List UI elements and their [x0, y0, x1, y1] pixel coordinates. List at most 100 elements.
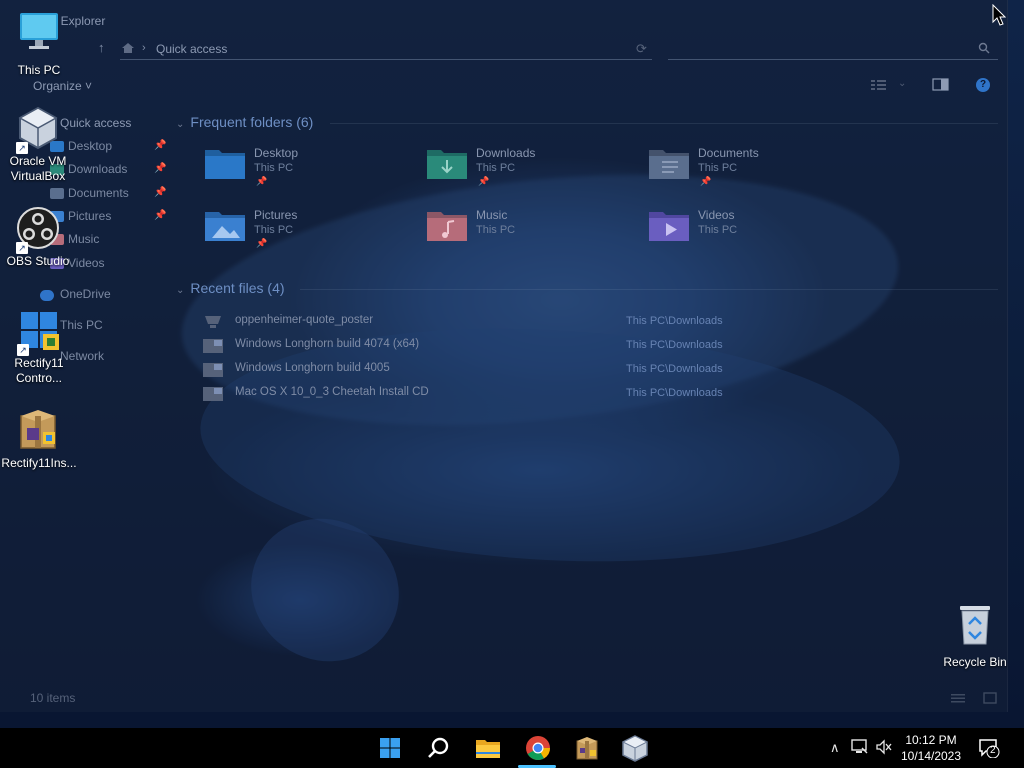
nav-item-onedrive[interactable]: OneDrive	[60, 287, 111, 301]
shortcut-arrow-icon: ↗	[16, 242, 28, 254]
home-icon[interactable]	[121, 42, 135, 54]
recent-file-row[interactable]: Windows Longhorn build 4005 This PC\Down…	[202, 360, 742, 380]
downloads-folder-icon	[427, 150, 467, 179]
file-name: oppenheimer-quote_poster	[235, 314, 374, 326]
desktop-folder-icon	[205, 150, 245, 179]
file-explorer-icon[interactable]	[473, 734, 503, 762]
refresh-icon[interactable]: ⟳	[636, 41, 647, 57]
desktop-icon-rectify11-installer[interactable]: Rectify11Ins...	[1, 408, 77, 471]
recycle-bin-icon	[960, 606, 990, 645]
desktop-icon-this-pc[interactable]: This PC	[1, 10, 77, 78]
section-divider	[300, 289, 998, 290]
clock-date: 10/14/2023	[900, 749, 962, 763]
folder-location: This PC	[698, 224, 738, 236]
nav-item-documents[interactable]: Documents	[68, 186, 129, 200]
desktop-icon-obs-studio[interactable]: ↗ OBS Studio	[0, 206, 76, 269]
pin-icon: 📌	[154, 163, 167, 174]
package-icon[interactable]	[572, 734, 602, 762]
status-item-count: 10 items	[30, 691, 76, 705]
file-name: Windows Longhorn build 4074 (x64)	[235, 338, 420, 350]
folder-tile-pictures[interactable]: Pictures This PC 📌	[204, 208, 414, 260]
file-location: This PC\Downloads	[626, 387, 723, 399]
shortcut-arrow-icon: ↗	[16, 142, 28, 154]
computer-icon	[20, 13, 58, 49]
section-divider	[330, 123, 998, 124]
system-clock[interactable]: 10:12 PM 10/14/2023	[896, 732, 966, 764]
shortcut-arrow-icon: ↗	[17, 344, 29, 356]
folder-location: This PC	[254, 224, 294, 236]
notification-icon	[979, 739, 1000, 759]
disc-image-file-icon	[203, 363, 223, 377]
frequent-folders-heading[interactable]: ⌄ Frequent folders (6)	[176, 114, 313, 130]
virtualbox-icon[interactable]	[620, 734, 650, 762]
desktop-icon-label: Rectify11 Contro...	[14, 356, 64, 385]
notification-count-badge: 2	[990, 745, 996, 756]
file-location: This PC\Downloads	[626, 315, 723, 327]
view-options-icon[interactable]	[870, 78, 888, 92]
image-file-icon	[205, 316, 221, 328]
pin-icon: 📌	[256, 176, 268, 186]
large-icons-view-icon[interactable]	[983, 692, 997, 704]
installer-package-icon	[20, 410, 56, 449]
desktop-icon-label: Recycle Bin	[943, 655, 1007, 669]
folder-tile-videos[interactable]: Videos This PC	[648, 208, 858, 260]
folder-tile-downloads[interactable]: Downloads This PC 📌	[426, 146, 636, 198]
taskbar: ∧ 10:12 PM 10/14/2023 2	[0, 728, 1024, 768]
breadcrumb-chevron-icon: ›	[142, 42, 146, 54]
mouse-cursor-icon	[992, 4, 1006, 26]
folder-tile-music[interactable]: Music This PC	[426, 208, 636, 260]
folder-name: Music	[476, 208, 508, 222]
pin-icon: 📌	[478, 176, 490, 186]
folder-tile-documents[interactable]: Documents This PC 📌	[648, 146, 858, 198]
music-folder-icon	[427, 212, 467, 241]
pin-icon: 📌	[256, 238, 268, 248]
search-icon[interactable]	[978, 42, 990, 54]
desktop-icon-rectify11-control[interactable]: ↗ Rectify11 Contro...	[1, 308, 77, 386]
preview-pane-icon[interactable]	[932, 78, 950, 92]
search-icon[interactable]	[423, 734, 453, 762]
desktop-icon-label: This PC	[17, 63, 61, 77]
folder-location: This PC	[476, 162, 516, 174]
disc-image-file-icon	[203, 387, 223, 401]
recent-file-row[interactable]: Windows Longhorn build 4074 (x64) This P…	[202, 336, 742, 356]
up-arrow-icon[interactable]: ↑	[98, 40, 105, 55]
pin-icon: 📌	[154, 140, 167, 151]
details-view-icon[interactable]	[951, 692, 965, 704]
recent-file-row[interactable]: Mac OS X 10_0_3 Cheetah Install CD This …	[202, 384, 742, 404]
chevron-up-icon[interactable]: ∧	[830, 740, 840, 756]
volume-muted-icon[interactable]	[875, 739, 893, 755]
network-icon[interactable]	[851, 739, 869, 755]
disc-image-file-icon	[203, 339, 223, 353]
recent-files-heading[interactable]: ⌄ Recent files (4)	[176, 280, 285, 296]
file-name: Windows Longhorn build 4005	[235, 362, 390, 374]
nav-item-downloads[interactable]: Downloads	[68, 162, 127, 176]
desktop-icon-virtualbox[interactable]: ↗ Oracle VM VirtualBox	[0, 106, 76, 184]
recent-file-row[interactable]: oppenheimer-quote_poster This PC\Downloa…	[202, 312, 742, 332]
clock-time: 10:12 PM	[905, 733, 957, 747]
desktop-icon-recycle-bin[interactable]: Recycle Bin	[937, 602, 1013, 670]
folder-name: Videos	[698, 208, 735, 222]
folder-location: This PC	[698, 162, 738, 174]
pin-icon: 📌	[154, 187, 167, 198]
desktop-icon-label: OBS Studio	[6, 254, 70, 268]
chevron-down-icon[interactable]: ⌄	[898, 78, 916, 92]
pictures-folder-icon	[205, 212, 245, 241]
folder-name: Pictures	[254, 208, 298, 222]
videos-folder-icon	[649, 212, 689, 241]
folder-name: Documents	[698, 146, 759, 160]
search-input[interactable]	[668, 38, 998, 60]
organize-menu[interactable]: Organize ˅	[33, 79, 92, 93]
documents-folder-icon	[649, 150, 689, 179]
chevron-down-icon: ⌄	[176, 285, 185, 296]
folder-tile-desktop[interactable]: Desktop This PC 📌	[204, 146, 414, 198]
chrome-icon[interactable]	[523, 734, 553, 762]
folder-name: Desktop	[254, 146, 299, 160]
folder-name: Downloads	[476, 146, 536, 160]
breadcrumb[interactable]: Quick access	[156, 42, 227, 56]
notification-center-button[interactable]: 2	[978, 738, 1000, 759]
start-icon[interactable]	[375, 734, 405, 762]
folder-location: This PC	[254, 162, 294, 174]
pin-icon: 📌	[700, 176, 712, 186]
file-name: Mac OS X 10_0_3 Cheetah Install CD	[235, 386, 429, 398]
help-button[interactable]: ?	[976, 78, 990, 92]
